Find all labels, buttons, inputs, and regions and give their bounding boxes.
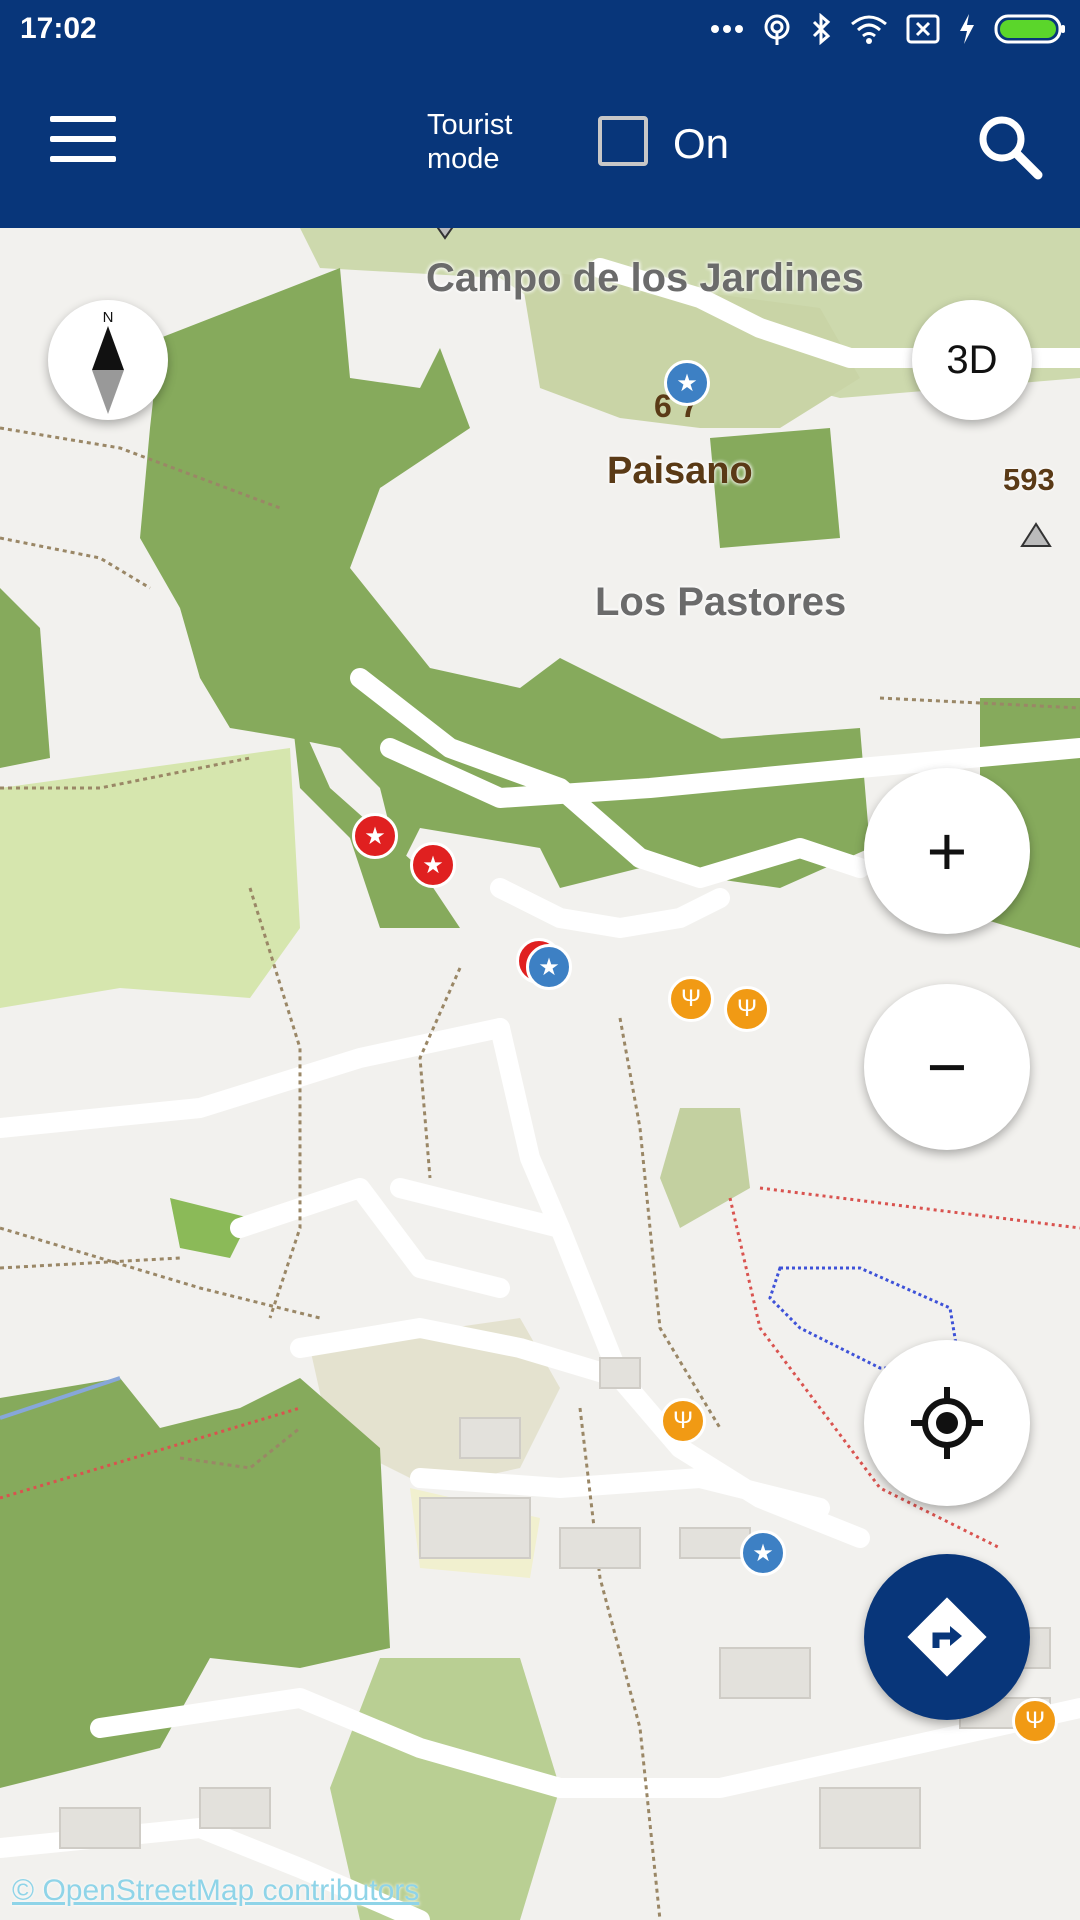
hamburger-icon	[50, 116, 116, 122]
status-bar: 17:02	[0, 0, 1080, 60]
poi-restaurant-marker[interactable]: Ψ	[660, 1398, 706, 1444]
poi-attraction-marker[interactable]: ★	[664, 360, 710, 406]
menu-button[interactable]	[50, 116, 116, 172]
map-view[interactable]: Campo de los Jardines Paisano Los Pastor…	[0, 228, 1080, 1920]
place-label-pastores: Los Pastores	[595, 580, 847, 624]
crosshair-icon	[911, 1387, 983, 1459]
status-time: 17:02	[20, 12, 97, 45]
3d-button[interactable]: 3D	[912, 300, 1032, 420]
charging-icon	[958, 12, 976, 46]
search-icon	[979, 116, 1043, 180]
poi-attraction-marker[interactable]: ★	[526, 944, 572, 990]
my-location-button[interactable]	[864, 1340, 1030, 1506]
poi-restaurant-marker[interactable]: Ψ	[1012, 1698, 1058, 1744]
tourist-mode-checkbox[interactable]	[598, 116, 648, 166]
hamburger-icon-line	[50, 156, 116, 162]
compass-icon: N	[92, 309, 124, 414]
battery-icon	[994, 12, 1066, 46]
poi-restaurant-marker[interactable]: Ψ	[668, 976, 714, 1022]
hotspot-icon	[762, 12, 792, 46]
place-label-paisano: Paisano	[607, 450, 753, 492]
elevation-label: 593	[1003, 462, 1055, 497]
zoom-out-button[interactable]: −	[864, 984, 1030, 1150]
zoom-in-button[interactable]: +	[864, 768, 1030, 934]
tourist-mode-on-label[interactable]: On	[673, 120, 729, 168]
wifi-icon	[850, 12, 888, 46]
poi-highlight-marker[interactable]: ★	[352, 813, 398, 859]
status-icons	[710, 12, 1066, 46]
osm-attribution-link[interactable]: © OpenStreetMap contributors	[12, 1874, 419, 1908]
poi-restaurant-marker[interactable]: Ψ	[724, 986, 770, 1032]
search-button[interactable]	[975, 112, 1045, 182]
hamburger-icon-line	[50, 136, 116, 142]
poi-highlight-marker[interactable]: ★	[410, 842, 456, 888]
bluetooth-icon	[810, 12, 832, 46]
compass-north-label: N	[103, 309, 114, 326]
route-button[interactable]	[864, 1554, 1030, 1720]
compass-button[interactable]: N	[48, 300, 168, 420]
sim-x-icon	[906, 12, 940, 46]
place-label-campo: Campo de los Jardines	[426, 256, 864, 300]
directions-icon	[907, 1597, 987, 1677]
app-bar: Tourist mode On	[0, 60, 1080, 228]
tourist-mode-label: Tourist mode	[427, 109, 513, 175]
more-dots-icon	[710, 12, 744, 46]
poi-attraction-marker[interactable]: ★	[740, 1530, 786, 1576]
